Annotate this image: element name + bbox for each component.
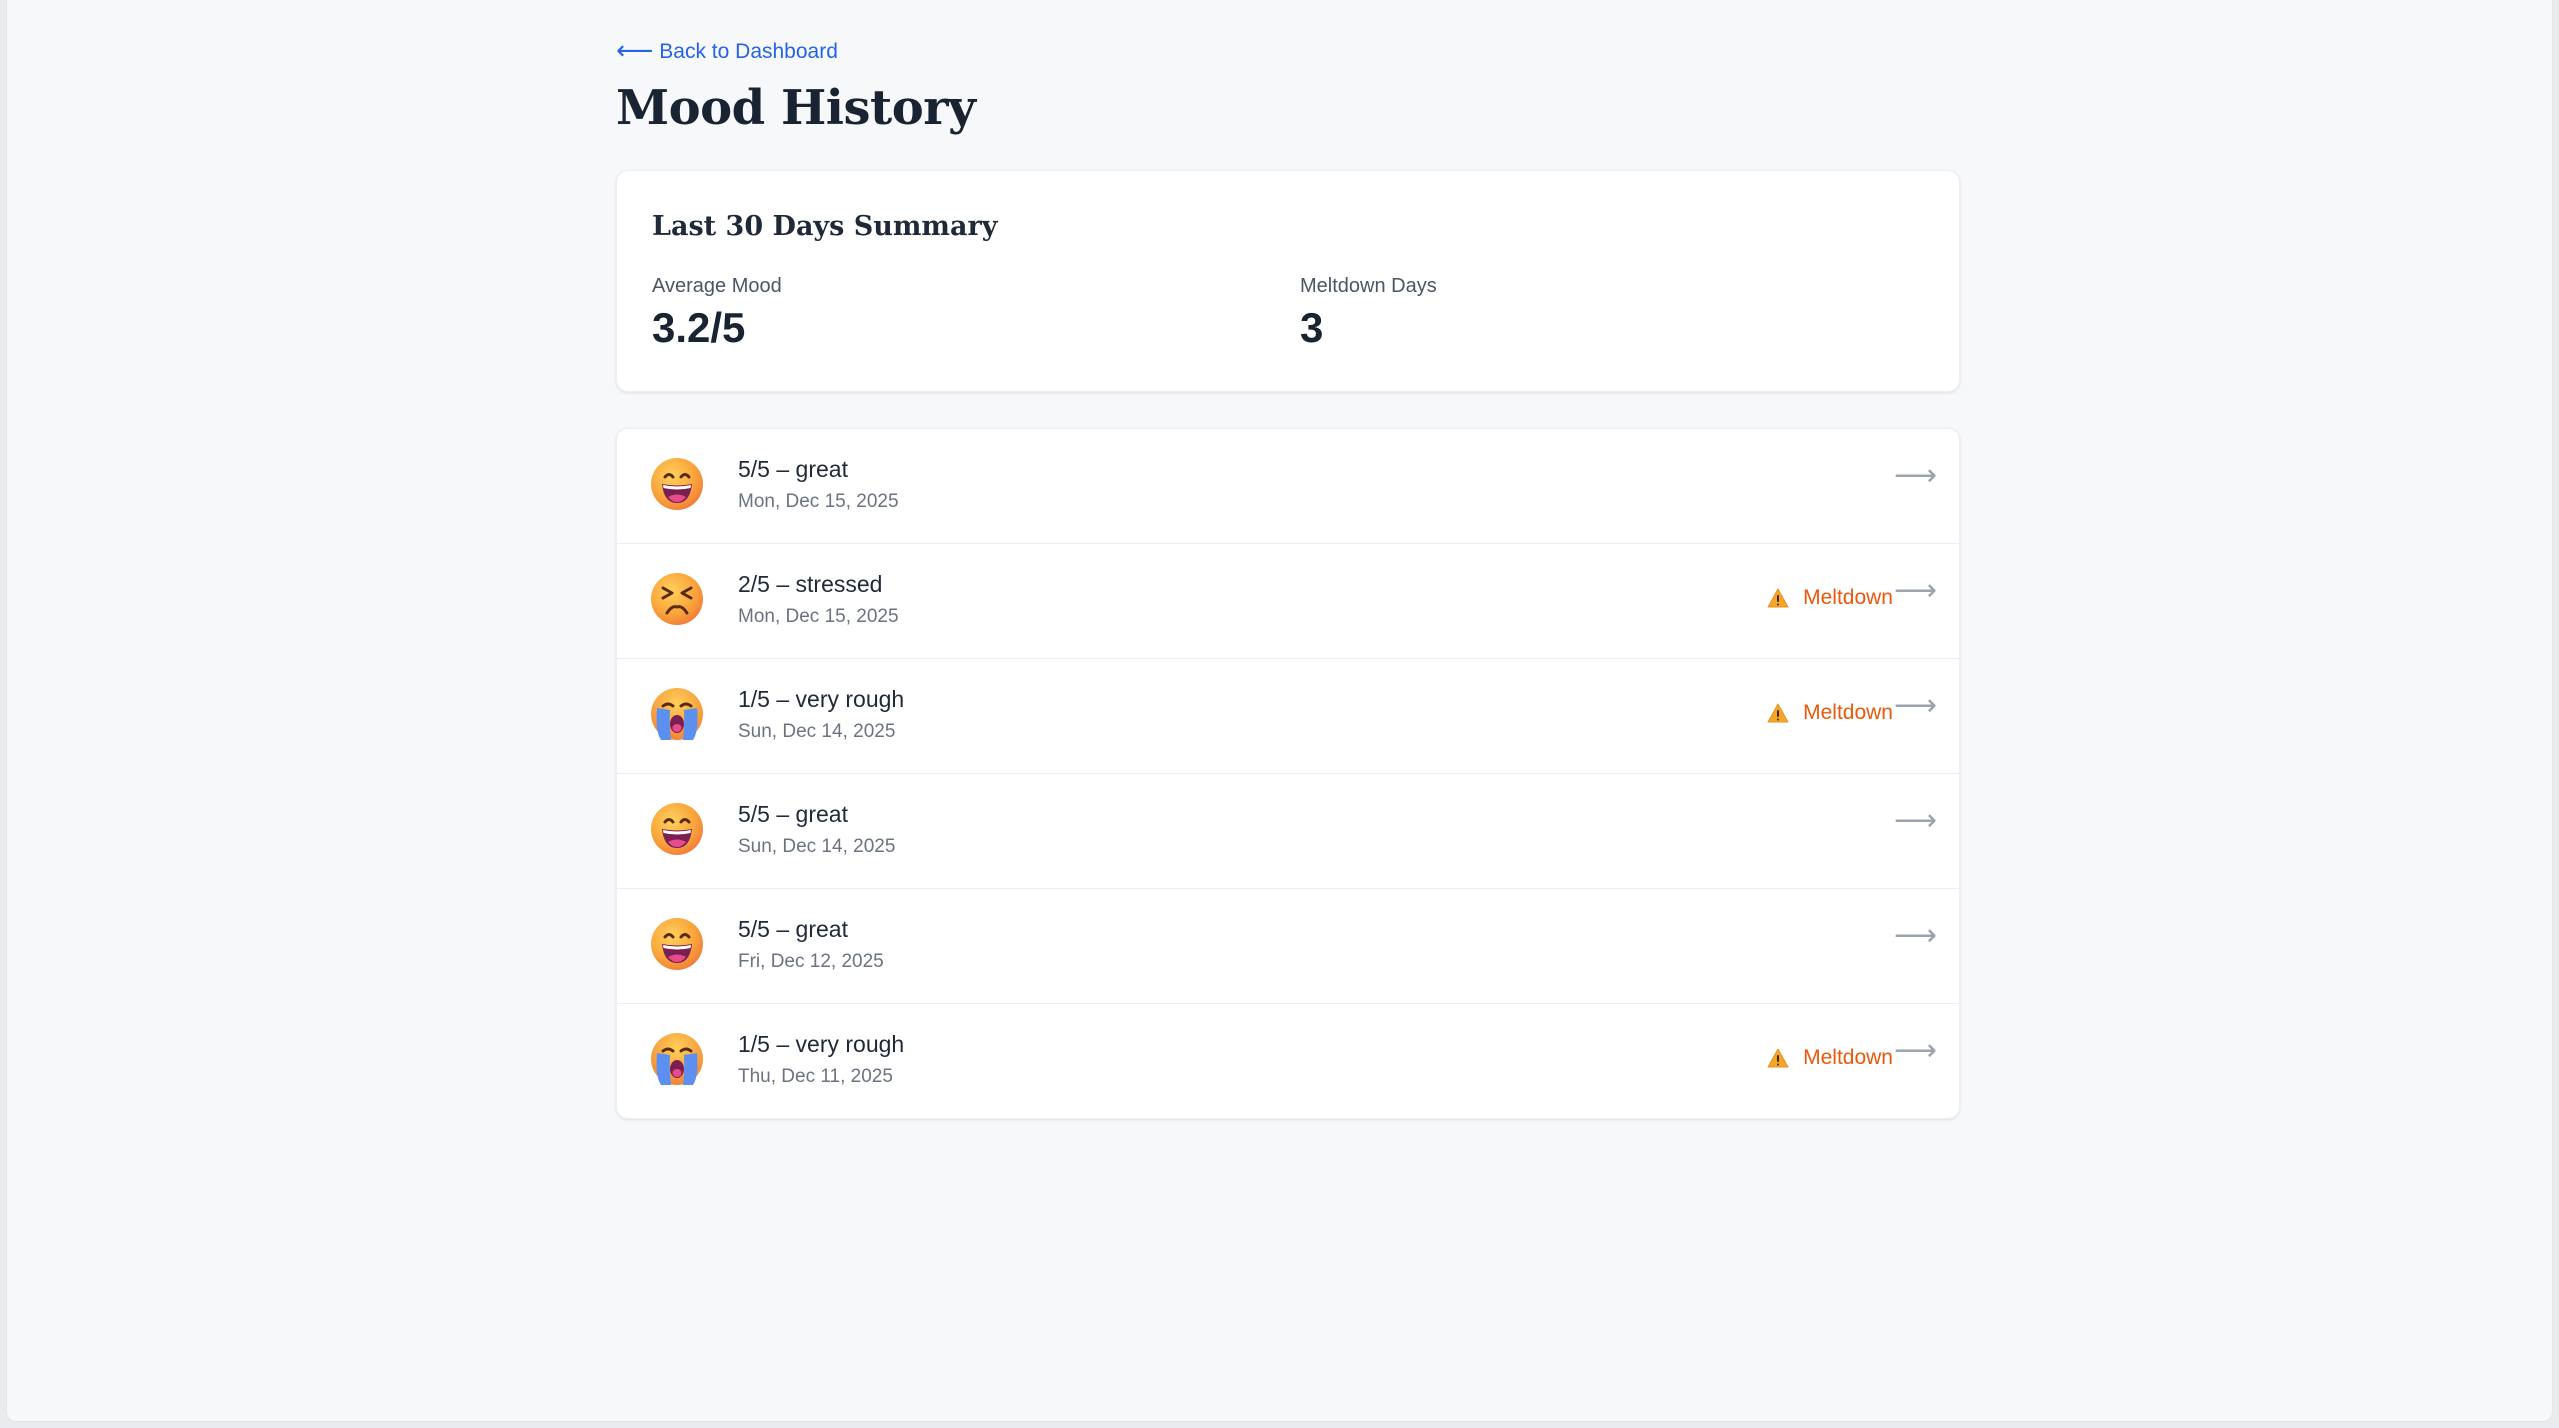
mood-entry-row[interactable]: 5/5 – great Mon, Dec 15, 2025 ⟶ bbox=[617, 429, 1959, 544]
average-mood-value: 3.2/5 bbox=[652, 304, 746, 351]
meltdown-days-label: Meltdown Days bbox=[1300, 275, 1437, 297]
mood-entry-title: 2/5 – stressed bbox=[738, 571, 883, 597]
warning-icon bbox=[1767, 588, 1789, 608]
meltdown-badge-label: Meltdown bbox=[1803, 1046, 1893, 1069]
app-window: ⟵ Back to Dashboard Mood History Last 30… bbox=[6, 0, 2553, 1422]
mood-entry-date: Sun, Dec 14, 2025 bbox=[738, 721, 896, 742]
meltdown-badge: Meltdown bbox=[1767, 1046, 1893, 1070]
mood-entry-title: 5/5 – great bbox=[738, 456, 848, 482]
mood-entry-text: 5/5 – great Fri, Dec 12, 2025 bbox=[738, 916, 884, 973]
mood-entry-row[interactable]: 5/5 – great Sun, Dec 14, 2025 ⟶ bbox=[617, 774, 1959, 889]
summary-card: Last 30 Days Summary Average Mood 3.2/5 … bbox=[616, 170, 1960, 392]
mood-entry-title: 5/5 – great bbox=[738, 916, 848, 942]
average-mood-label: Average Mood bbox=[652, 275, 782, 297]
grinning-face-icon bbox=[649, 801, 705, 857]
mood-entry-text: 5/5 – great Sun, Dec 14, 2025 bbox=[738, 801, 895, 858]
arrow-right-icon: ⟶ bbox=[1893, 459, 1937, 492]
page-title: Mood History bbox=[616, 80, 976, 136]
meltdown-badge-label: Meltdown bbox=[1803, 701, 1893, 724]
mood-entry-text: 1/5 – very rough Sun, Dec 14, 2025 bbox=[738, 686, 904, 743]
crying-face-icon bbox=[649, 686, 705, 742]
mood-entry-row[interactable]: 2/5 – stressed Mon, Dec 15, 2025 Meltdown ⟶ bbox=[617, 544, 1959, 659]
summary-title: Last 30 Days Summary bbox=[652, 211, 998, 242]
warning-icon bbox=[1767, 703, 1789, 723]
mood-entry-text: 2/5 – stressed Mon, Dec 15, 2025 bbox=[738, 571, 899, 628]
persevering-face-icon bbox=[649, 571, 705, 627]
arrow-right-icon: ⟶ bbox=[1893, 689, 1937, 722]
mood-entry-text: 5/5 – great Mon, Dec 15, 2025 bbox=[738, 456, 899, 513]
mood-entry-title: 1/5 – very rough bbox=[738, 1031, 905, 1057]
grinning-face-icon bbox=[649, 916, 705, 972]
arrow-left-icon: ⟵ bbox=[616, 35, 654, 65]
mood-entry-row[interactable]: 1/5 – very rough Sun, Dec 14, 2025 Meltdow… bbox=[617, 659, 1959, 774]
meltdown-badge: Meltdown bbox=[1767, 586, 1893, 610]
arrow-right-icon: ⟶ bbox=[1893, 1034, 1937, 1067]
mood-entry-title: 1/5 – very rough bbox=[738, 686, 905, 712]
mood-entry-title: 5/5 – great bbox=[738, 801, 848, 827]
mood-entry-row[interactable]: 5/5 – great Fri, Dec 12, 2025 ⟶ bbox=[617, 889, 1959, 1004]
mood-entry-date: Sun, Dec 14, 2025 bbox=[738, 836, 896, 857]
arrow-right-icon: ⟶ bbox=[1893, 574, 1937, 607]
mood-entry-text: 1/5 – very rough Thu, Dec 11, 2025 bbox=[738, 1031, 904, 1088]
arrow-right-icon: ⟶ bbox=[1893, 919, 1937, 952]
back-to-dashboard-link[interactable]: ⟵ Back to Dashboard bbox=[616, 35, 838, 65]
warning-icon bbox=[1767, 1048, 1789, 1068]
average-mood-stat: Average Mood 3.2/5 bbox=[652, 275, 782, 352]
meltdown-badge: Meltdown bbox=[1767, 701, 1893, 725]
arrow-right-icon: ⟶ bbox=[1893, 804, 1937, 837]
back-link-label: Back to Dashboard bbox=[659, 40, 838, 63]
mood-entry-date: Mon, Dec 15, 2025 bbox=[738, 606, 899, 627]
mood-entry-list: 5/5 – great Mon, Dec 15, 2025 ⟶ 2/5 – stres… bbox=[616, 428, 1960, 1119]
grinning-face-icon bbox=[649, 456, 705, 512]
mood-entry-date: Mon, Dec 15, 2025 bbox=[738, 491, 899, 512]
mood-entry-row[interactable]: 1/5 – very rough Thu, Dec 11, 2025 Meltdow… bbox=[617, 1004, 1959, 1118]
crying-face-icon bbox=[649, 1031, 705, 1087]
meltdown-days-value: 3 bbox=[1300, 304, 1324, 351]
mood-entry-date: Thu, Dec 11, 2025 bbox=[738, 1066, 893, 1087]
meltdown-badge-label: Meltdown bbox=[1803, 586, 1893, 609]
mood-entry-date: Fri, Dec 12, 2025 bbox=[738, 951, 884, 972]
meltdown-days-stat: Meltdown Days 3 bbox=[1300, 275, 1437, 352]
